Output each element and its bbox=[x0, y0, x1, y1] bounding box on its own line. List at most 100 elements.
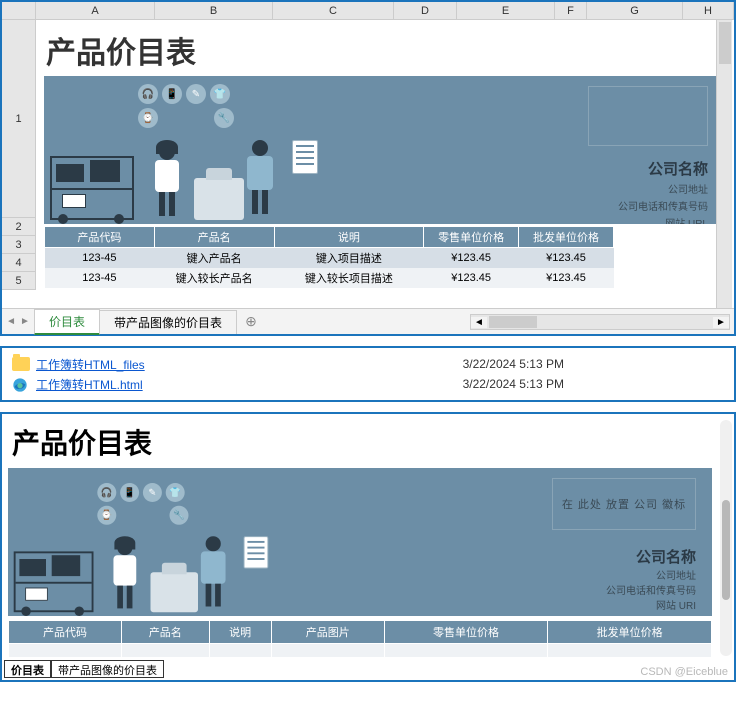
illustration: 🎧📱✎👕 ⌚🔧 bbox=[8, 475, 312, 616]
company-info: 公司名称 公司地址 公司电话和传真号码 网站 URI bbox=[606, 546, 696, 612]
register-icon bbox=[151, 572, 199, 612]
shelf-icon bbox=[50, 156, 134, 220]
cell-code[interactable]: 123-45 bbox=[45, 268, 155, 288]
col-header[interactable]: A bbox=[36, 2, 155, 19]
row-header[interactable]: 3 bbox=[2, 236, 35, 254]
cell-name[interactable]: 键入产品名 bbox=[154, 248, 274, 269]
preview-table: 产品代码 产品名 说明 产品图片 零售单位价格 批发单位价格 bbox=[8, 620, 712, 658]
file-name[interactable]: 工作簿转HTML.html bbox=[36, 376, 143, 393]
scroll-thumb[interactable] bbox=[489, 316, 537, 328]
company-phone: 公司电话和传真号码 bbox=[618, 198, 708, 213]
scroll-right-icon[interactable]: ► bbox=[713, 317, 729, 328]
table-row bbox=[9, 644, 712, 658]
th-desc[interactable]: 说明 bbox=[274, 227, 424, 248]
table-row[interactable]: 123-45 键入较长产品名 键入较长项目描述 ¥123.45 ¥123.45 bbox=[45, 268, 614, 288]
cell-retail[interactable]: ¥123.45 bbox=[424, 248, 519, 269]
preview-tab-bar: 价目表 带产品图像的价目表 bbox=[4, 660, 164, 678]
th-code: 产品代码 bbox=[9, 621, 122, 644]
edge-browser-icon bbox=[12, 377, 30, 391]
logo-placeholder: 在 此处 放置 公司 徽标 bbox=[552, 478, 696, 530]
table-row[interactable]: 123-45 键入产品名 键入项目描述 ¥123.45 ¥123.45 bbox=[45, 248, 614, 269]
col-header[interactable]: G bbox=[587, 2, 683, 19]
html-preview-window: 产品价目表 🎧📱✎👕 ⌚🔧 在 此处 放置 bbox=[0, 412, 736, 682]
scroll-left-icon[interactable]: ◄ bbox=[471, 317, 487, 328]
th-code[interactable]: 产品代码 bbox=[45, 227, 155, 248]
shelf-icon bbox=[14, 551, 94, 612]
sheet-tab-bar: ◄► 价目表 带产品图像的价目表 ⊕ ◄ ► bbox=[2, 308, 734, 334]
col-header[interactable]: C bbox=[273, 2, 394, 19]
th-wholesale: 批发单位价格 bbox=[548, 621, 712, 644]
vertical-scrollbar[interactable] bbox=[720, 420, 732, 656]
th-name: 产品名 bbox=[121, 621, 209, 644]
company-addr: 公司地址 bbox=[606, 567, 696, 582]
th-desc: 说明 bbox=[209, 621, 271, 644]
excel-window: A B C D E F G H 1 2 3 4 5 产品价目表 🎧📱✎👕 ⌚🔧 bbox=[0, 0, 736, 336]
file-explorer-list: 工作簿转HTML_files 3/22/2024 5:13 PM 工作簿转HTM… bbox=[0, 346, 736, 402]
feature-bubbles: 🎧📱✎👕 ⌚🔧 bbox=[136, 82, 236, 130]
person-icon bbox=[244, 140, 276, 218]
person-icon bbox=[111, 540, 139, 610]
cell-wholesale[interactable]: ¥123.45 bbox=[519, 248, 614, 269]
cell-code[interactable]: 123-45 bbox=[45, 248, 155, 269]
file-date: 3/22/2024 5:13 PM bbox=[463, 357, 564, 371]
list-item[interactable]: 工作簿转HTML_files 3/22/2024 5:13 PM bbox=[12, 354, 724, 374]
table-header-row: 产品代码 产品名 说明 产品图片 零售单位价格 批发单位价格 bbox=[9, 621, 712, 644]
select-all-corner[interactable] bbox=[2, 2, 36, 19]
th-retail: 零售单位价格 bbox=[384, 621, 548, 644]
row-header[interactable]: 1 bbox=[2, 20, 35, 218]
watermark-text: CSDN @Eiceblue bbox=[640, 666, 728, 678]
company-name: 公司名称 bbox=[618, 158, 708, 179]
scroll-thumb[interactable] bbox=[722, 500, 730, 600]
company-addr: 公司地址 bbox=[618, 181, 708, 196]
company-url: 网站 URI bbox=[606, 597, 696, 612]
banner-image: 🎧📱✎👕 ⌚🔧 公司名称 公司地址 bbox=[44, 76, 726, 224]
preview-title: 产品价目表 bbox=[4, 414, 716, 462]
cell-desc[interactable]: 键入较长项目描述 bbox=[274, 268, 424, 288]
clipboard-icon bbox=[244, 536, 269, 568]
row-header-col: 1 2 3 4 5 bbox=[2, 20, 36, 290]
row-header[interactable]: 4 bbox=[2, 254, 35, 272]
row-header[interactable]: 2 bbox=[2, 218, 35, 236]
cell-name[interactable]: 键入较长产品名 bbox=[154, 268, 274, 288]
preview-tab-active[interactable]: 价目表 bbox=[4, 660, 51, 678]
row-header[interactable]: 5 bbox=[2, 272, 35, 290]
col-header[interactable]: B bbox=[155, 2, 273, 19]
vertical-scrollbar[interactable] bbox=[716, 20, 732, 308]
sheet-title: 产品价目表 bbox=[36, 20, 734, 72]
company-phone: 公司电话和传真号码 bbox=[606, 582, 696, 597]
sheet-tab[interactable]: 带产品图像的价目表 bbox=[99, 310, 237, 334]
th-image: 产品图片 bbox=[271, 621, 384, 644]
col-header[interactable]: D bbox=[394, 2, 457, 19]
register-icon bbox=[194, 178, 244, 220]
tab-nav-arrows[interactable]: ◄► bbox=[2, 316, 34, 327]
clipboard-icon bbox=[292, 140, 318, 174]
scroll-thumb[interactable] bbox=[719, 22, 731, 64]
cell-wholesale[interactable]: ¥123.45 bbox=[519, 268, 614, 288]
sheet-tab-active[interactable]: 价目表 bbox=[34, 309, 100, 335]
th-name[interactable]: 产品名 bbox=[154, 227, 274, 248]
sheet-area[interactable]: 产品价目表 🎧📱✎👕 ⌚🔧 bbox=[36, 20, 734, 308]
person-icon bbox=[198, 536, 228, 610]
table-header-row: 产品代码 产品名 说明 零售单位价格 批发单位价格 bbox=[45, 227, 614, 248]
company-url: 网站 URL bbox=[618, 215, 708, 224]
cell-desc[interactable]: 键入项目描述 bbox=[274, 248, 424, 269]
add-sheet-button[interactable]: ⊕ bbox=[236, 313, 266, 330]
col-header[interactable]: F bbox=[555, 2, 587, 19]
logo-placeholder bbox=[588, 86, 708, 146]
th-wholesale[interactable]: 批发单位价格 bbox=[519, 227, 614, 248]
feature-bubbles: 🎧📱✎👕 ⌚🔧 bbox=[95, 481, 190, 527]
preview-tab[interactable]: 带产品图像的价目表 bbox=[51, 660, 164, 678]
preview-banner: 🎧📱✎👕 ⌚🔧 在 此处 放置 公司 徽标 公司名称 公司地址 公司电话和传真号… bbox=[8, 468, 712, 616]
list-item[interactable]: 工作簿转HTML.html 3/22/2024 5:13 PM bbox=[12, 374, 724, 394]
cell-retail[interactable]: ¥123.45 bbox=[424, 268, 519, 288]
th-retail[interactable]: 零售单位价格 bbox=[424, 227, 519, 248]
folder-icon bbox=[12, 357, 30, 371]
file-name[interactable]: 工作簿转HTML_files bbox=[36, 356, 145, 373]
product-table[interactable]: 产品代码 产品名 说明 零售单位价格 批发单位价格 123-45 键入产品名 键… bbox=[44, 226, 614, 288]
company-info: 公司名称 公司地址 公司电话和传真号码 网站 URL bbox=[618, 158, 708, 224]
col-header[interactable]: H bbox=[683, 2, 734, 19]
col-header[interactable]: E bbox=[457, 2, 555, 19]
illustration: 🎧📱✎👕 ⌚🔧 bbox=[44, 76, 364, 224]
column-header-row: A B C D E F G H bbox=[2, 2, 734, 20]
horizontal-scrollbar[interactable]: ◄ ► bbox=[470, 314, 730, 330]
